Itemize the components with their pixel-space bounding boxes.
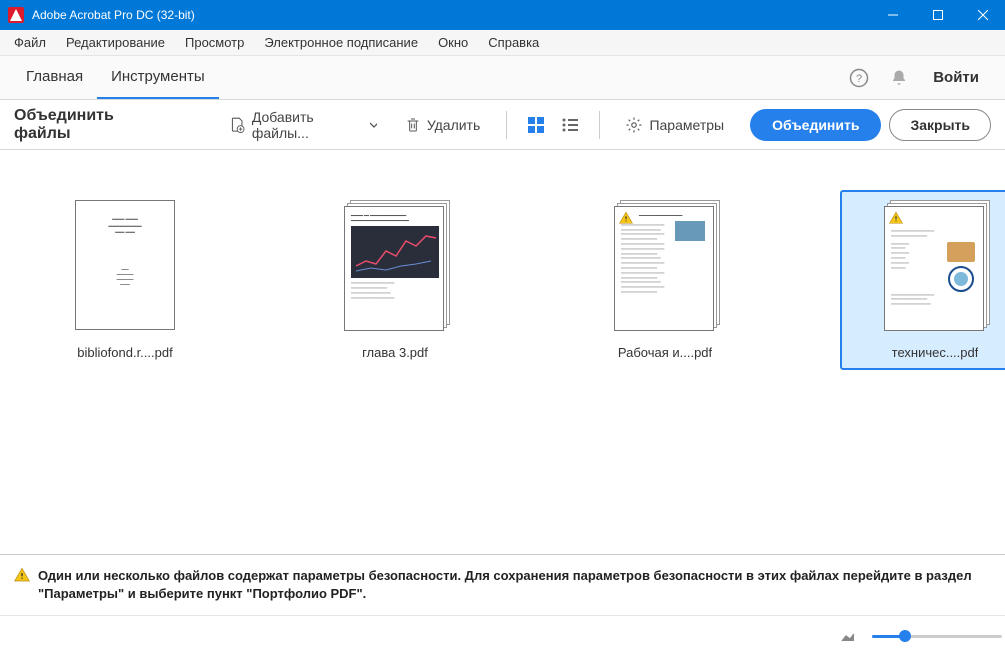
window-title: Adobe Acrobat Pro DC (32-bit)	[32, 8, 870, 22]
close-panel-button[interactable]: Закрыть	[889, 109, 991, 141]
zoom-slider[interactable]	[872, 635, 1002, 638]
warning-icon	[619, 211, 633, 225]
file-card[interactable]: ━━━━ ━━━━━━━━━━━━━━━━━━ ━━━ ━━━━━━━━━━━━…	[30, 190, 220, 370]
zoom-small-icon[interactable]	[840, 631, 856, 643]
grid-icon	[527, 116, 545, 134]
add-files-button[interactable]: Добавить файлы...	[219, 103, 386, 147]
menu-sign[interactable]: Электронное подписание	[254, 32, 428, 53]
file-name: глава 3.pdf	[362, 345, 428, 360]
file-thumbnail: ━━━━ ━━━━━━━━━━━━━━━━━━ ━━━ ━━━━━━━━━━━━…	[70, 200, 180, 335]
menu-view[interactable]: Просмотр	[175, 32, 254, 53]
menubar: Файл Редактирование Просмотр Электронное…	[0, 30, 1005, 56]
file-card[interactable]: ━━━━━ ━━ ━━━━━━━━━━━━━━━━━━━━━━━━━━━━━━━…	[300, 190, 490, 370]
list-icon	[561, 116, 579, 134]
security-warning: Один или несколько файлов содержат парам…	[0, 554, 1005, 615]
file-name: bibliofond.r....pdf	[77, 345, 172, 360]
grid-view-button[interactable]	[523, 111, 549, 139]
help-icon[interactable]: ?	[839, 56, 879, 99]
bell-icon[interactable]	[879, 56, 919, 99]
tab-tools[interactable]: Инструменты	[97, 56, 219, 99]
titlebar: Adobe Acrobat Pro DC (32-bit)	[0, 0, 1005, 30]
signin-button[interactable]: Войти	[919, 56, 993, 99]
tab-home[interactable]: Главная	[12, 56, 97, 99]
main-area: ━━━━ ━━━━━━━━━━━━━━━━━━ ━━━ ━━━━━━━━━━━━…	[0, 150, 1005, 657]
close-button[interactable]	[960, 0, 1005, 30]
file-name: Рабочая и....pdf	[618, 345, 712, 360]
combine-toolbar: Объединить файлы Добавить файлы... Удали…	[0, 100, 1005, 150]
list-view-button[interactable]	[557, 111, 583, 139]
menu-file[interactable]: Файл	[4, 32, 56, 53]
trash-icon	[405, 116, 421, 134]
app-icon	[8, 7, 24, 23]
file-thumbnail: ━━━━━ ━━ ━━━━━━━━━━━━━━━━━━━━━━━━━━━━━━━…	[340, 200, 450, 335]
delete-button[interactable]: Удалить	[395, 110, 490, 140]
content-pane: ━━━━ ━━━━━━━━━━━━━━━━━━ ━━━ ━━━━━━━━━━━━…	[0, 150, 1005, 657]
zoom-bar	[0, 615, 1005, 657]
minimize-button[interactable]	[870, 0, 915, 30]
menu-edit[interactable]: Редактирование	[56, 32, 175, 53]
chevron-down-icon	[370, 121, 377, 129]
gear-icon	[625, 116, 643, 134]
file-grid[interactable]: ━━━━ ━━━━━━━━━━━━━━━━━━ ━━━ ━━━━━━━━━━━━…	[0, 150, 1005, 554]
maximize-button[interactable]	[915, 0, 960, 30]
file-name: техничес....pdf	[892, 345, 979, 360]
file-thumbnail: ━━━━━━━━━━━━━━━━ ━━━━━━━━━━━━━━━━━━━━━━━…	[610, 200, 720, 335]
file-card[interactable]: ━━━━━━━━━━━━━━━━━━━━━━━━━━━━━━━━━━━━━━━━…	[840, 190, 1005, 370]
warning-text: Один или несколько файлов содержат парам…	[38, 567, 1005, 603]
menu-help[interactable]: Справка	[478, 32, 549, 53]
options-label: Параметры	[649, 117, 724, 133]
file-card[interactable]: ━━━━━━━━━━━━━━━━ ━━━━━━━━━━━━━━━━━━━━━━━…	[570, 190, 760, 370]
add-files-label: Добавить файлы...	[252, 109, 364, 141]
warning-icon	[14, 567, 30, 583]
add-file-icon	[229, 116, 245, 134]
options-button[interactable]: Параметры	[615, 110, 734, 140]
delete-label: Удалить	[427, 117, 480, 133]
combine-button[interactable]: Объединить	[750, 109, 881, 141]
topbar: Главная Инструменты ? Войти	[0, 56, 1005, 100]
file-thumbnail: ━━━━━━━━━━━━━━━━━━━━━━━━━━━━━━━━━━━━━━━━…	[880, 200, 990, 335]
toolbar-title: Объединить файлы	[14, 107, 161, 143]
menu-window[interactable]: Окно	[428, 32, 478, 53]
warning-icon	[889, 211, 903, 225]
svg-text:?: ?	[856, 73, 862, 85]
